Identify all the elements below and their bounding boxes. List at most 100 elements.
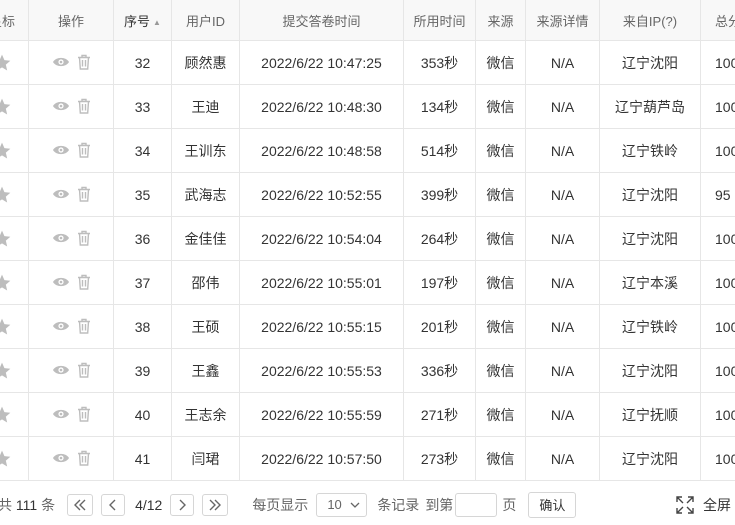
star-cell <box>0 348 29 393</box>
delete-icon[interactable] <box>77 230 91 246</box>
row-actions <box>52 362 91 378</box>
row-ip-location: 辽宁葫芦岛 <box>599 84 701 129</box>
table-row: 35 武海志 2022/6/22 10:52:55 399秒 微信 N/A 辽宁沈阳 95 <box>0 172 735 217</box>
row-source: 微信 <box>475 172 526 217</box>
first-page-button[interactable] <box>67 493 94 516</box>
view-icon[interactable] <box>52 188 70 200</box>
row-score: 100 <box>700 436 735 481</box>
view-icon[interactable] <box>52 452 70 464</box>
row-seq: 37 <box>113 260 172 305</box>
col-label: 来源详情 <box>536 13 589 29</box>
star-icon[interactable] <box>0 229 12 249</box>
ops-cell <box>28 40 114 85</box>
row-user-id: 王志余 <box>171 392 240 437</box>
star-cell <box>0 436 29 481</box>
row-score: 100 <box>700 40 735 85</box>
confirm-button[interactable]: 确认 <box>528 491 577 518</box>
prev-page-button[interactable] <box>101 493 126 516</box>
star-icon[interactable] <box>0 405 12 425</box>
star-icon[interactable] <box>0 273 12 293</box>
fullscreen-button[interactable]: 全屏 <box>675 495 731 515</box>
page-indicator: 4/12 <box>135 496 163 513</box>
row-actions <box>52 274 91 290</box>
row-source-detail: N/A <box>525 304 600 349</box>
delete-icon[interactable] <box>77 142 91 158</box>
total-count: 共 111 条 <box>0 495 55 515</box>
table-viewport: 星标 操作 序号▲ 用户ID 提交答卷时间 所用时间 来源 来源详情 来自IP(… <box>0 0 735 484</box>
star-icon[interactable] <box>0 141 12 161</box>
chevron-right-icon <box>179 499 187 510</box>
col-label: 用户ID <box>185 13 225 29</box>
table-row: 39王鑫2022/6/22 10:55:53336秒微信N/A辽宁沈阳100 <box>0 348 735 393</box>
view-icon[interactable] <box>52 232 70 244</box>
row-actions <box>52 450 91 466</box>
row-ip-location: 辽宁沈阳 <box>599 348 701 393</box>
star-icon[interactable] <box>0 185 12 205</box>
answers-table: 星标 操作 序号▲ 用户ID 提交答卷时间 所用时间 来源 来源详情 来自IP(… <box>0 0 735 481</box>
col-submit-time[interactable]: 提交答卷时间 <box>239 0 404 41</box>
delete-icon[interactable] <box>77 406 91 422</box>
row-duration: 336秒 <box>403 348 476 393</box>
row-ip-location: 辽宁沈阳 <box>599 216 701 261</box>
row-source: 微信 <box>475 304 526 349</box>
star-icon[interactable] <box>0 449 12 469</box>
row-score: 100 <box>700 128 735 173</box>
total-suffix: 条 <box>41 496 56 513</box>
row-user-id: 邵伟 <box>171 260 240 305</box>
star-icon[interactable] <box>0 53 12 73</box>
row-submit-time: 2022/6/22 10:52:55 <box>239 172 404 217</box>
row-seq: 35 <box>113 172 172 217</box>
col-ops: 操作 <box>28 0 114 41</box>
row-ip-location: 辽宁铁岭 <box>599 128 701 173</box>
row-source-detail: N/A <box>525 40 600 85</box>
view-icon[interactable] <box>52 408 70 420</box>
col-source[interactable]: 来源 <box>475 0 526 41</box>
row-source: 微信 <box>475 40 526 85</box>
next-page-button[interactable] <box>170 493 195 516</box>
col-duration[interactable]: 所用时间 <box>403 0 476 41</box>
col-seq[interactable]: 序号 ▲ <box>113 0 172 41</box>
last-page-button[interactable] <box>202 493 229 516</box>
delete-icon[interactable] <box>77 186 91 202</box>
row-ip-location: 辽宁沈阳 <box>599 40 701 85</box>
view-icon[interactable] <box>52 56 70 68</box>
delete-icon[interactable] <box>77 362 91 378</box>
delete-icon[interactable] <box>77 98 91 114</box>
view-icon[interactable] <box>52 320 70 332</box>
star-cell <box>0 84 29 129</box>
chevron-down-icon <box>350 502 360 508</box>
col-score[interactable]: 总分 <box>700 0 735 41</box>
col-label: 序号 <box>124 13 151 29</box>
per-page-select[interactable]: 10 <box>316 492 368 517</box>
view-icon[interactable] <box>52 100 70 112</box>
col-star[interactable]: 星标 <box>0 0 29 41</box>
view-icon[interactable] <box>52 276 70 288</box>
row-score: 100 <box>700 84 735 129</box>
star-icon[interactable] <box>0 361 12 381</box>
col-userid[interactable]: 用户ID <box>171 0 240 41</box>
ops-cell <box>28 172 114 217</box>
row-actions <box>52 230 91 246</box>
sort-ascending-icon[interactable]: ▲ <box>153 18 161 27</box>
delete-icon[interactable] <box>77 450 91 466</box>
delete-icon[interactable] <box>77 54 91 70</box>
star-icon[interactable] <box>0 317 12 337</box>
row-source-detail: N/A <box>525 128 600 173</box>
table-row: 33王迪2022/6/22 10:48:30134秒微信N/A辽宁葫芦岛100 <box>0 84 735 129</box>
col-source-detail[interactable]: 来源详情 <box>525 0 600 41</box>
ops-cell <box>28 128 114 173</box>
star-icon[interactable] <box>0 97 12 117</box>
view-icon[interactable] <box>52 144 70 156</box>
view-icon[interactable] <box>52 364 70 376</box>
chevron-left-icon <box>109 499 116 510</box>
star-cell <box>0 128 29 173</box>
star-cell <box>0 40 29 85</box>
delete-icon[interactable] <box>77 318 91 334</box>
goto-page-input[interactable] <box>455 492 498 517</box>
col-label: 总分 <box>715 13 735 29</box>
row-score: 95 <box>700 172 735 217</box>
fullscreen-label: 全屏 <box>703 496 731 513</box>
col-ip[interactable]: 来自IP(?) <box>599 0 701 41</box>
row-actions <box>52 142 91 158</box>
delete-icon[interactable] <box>77 274 91 290</box>
